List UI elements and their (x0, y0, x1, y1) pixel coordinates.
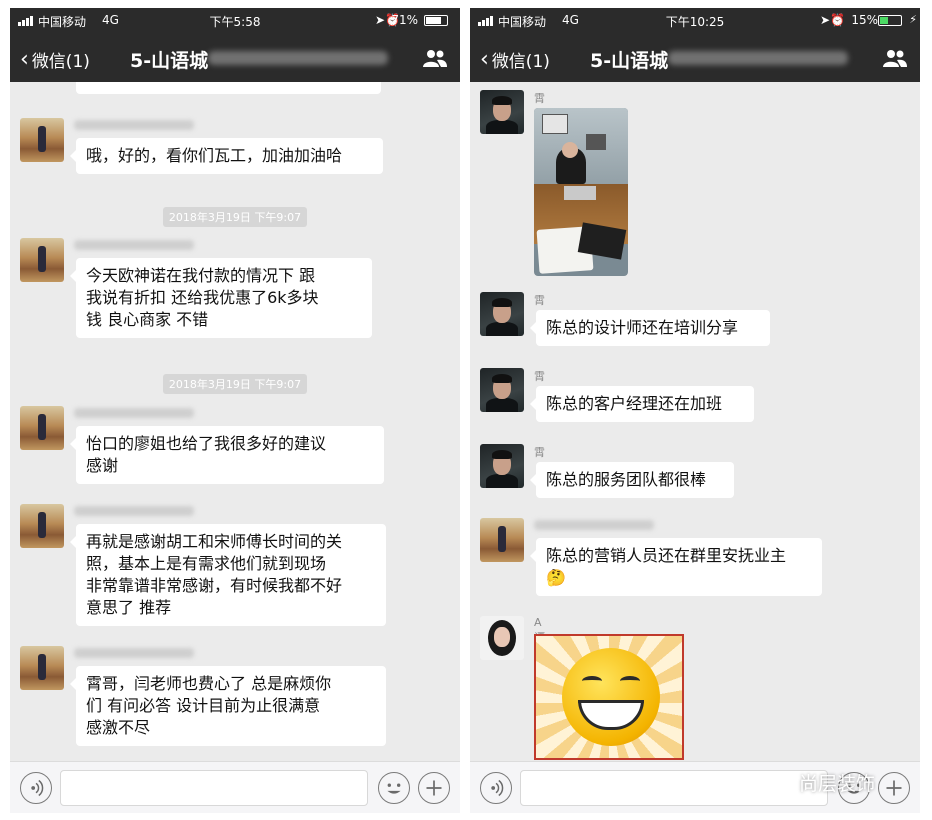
sender-name-blurred (74, 506, 194, 516)
message-bubble[interactable]: 陈总的营销人员还在群里安抚业主 🤔 (530, 538, 822, 596)
sender-name-blurred (74, 408, 194, 418)
voice-input-icon[interactable] (480, 772, 512, 804)
previous-bubble-tail (76, 82, 381, 94)
location-icon: ➤ (819, 13, 830, 27)
location-icon: ➤ (374, 13, 385, 27)
image-message[interactable] (534, 108, 628, 276)
timestamp: 2018年3月19日 下午9:07 (10, 206, 460, 227)
avatar[interactable] (480, 90, 524, 134)
battery-icon (878, 15, 902, 26)
message-bubble[interactable]: 哦，好的，看你们瓦工，加油加油哈 (70, 138, 383, 174)
emoji-icon[interactable] (378, 772, 410, 804)
message-bubble[interactable]: 今天欧神诺在我付款的情况下 跟 我说有折扣 还给我优惠了6k多块 钱 良心商家 … (70, 258, 372, 338)
message-bubble[interactable]: 再就是感谢胡工和宋师傅长时间的关 照，基本上是有需求他们就到现场 非常靠谱非常感… (70, 524, 386, 626)
sender-name-blurred (74, 240, 194, 250)
message-list[interactable]: 哦，好的，看你们瓦工，加油加油哈 2018年3月19日 下午9:07 今天欧神诺… (10, 82, 460, 761)
group-members-icon[interactable] (882, 48, 908, 68)
watermark: 尚层装饰 (763, 762, 913, 802)
sender-name: 霄 (534, 446, 545, 459)
timestamp: 2018年3月19日 下午9:07 (10, 373, 460, 394)
watermark-text: 尚层装饰 (799, 772, 876, 795)
avatar[interactable] (480, 616, 524, 660)
chevron-left-icon: ‹ (20, 46, 29, 72)
back-label: 微信(1) (491, 52, 550, 72)
message-bubble[interactable]: 霄哥，闫老师也费心了 总是麻烦你 们 有问必答 设计目前为止很满意 感激不尽 (70, 666, 386, 746)
message-bubble[interactable]: 陈总的服务团队都很棒 (530, 462, 734, 498)
sender-name-blurred (74, 648, 194, 658)
plus-icon[interactable] (418, 772, 450, 804)
message-bubble[interactable]: 陈总的设计师还在培训分享 (530, 310, 770, 346)
voice-input-icon[interactable] (20, 772, 52, 804)
chat-title: 5-山语城 (130, 50, 209, 72)
back-label: 微信(1) (31, 52, 90, 72)
blurred-title (668, 51, 848, 65)
nav-bar: ‹ 微信(1) 5-山语城 (470, 34, 920, 82)
blurred-title (208, 51, 388, 65)
input-bar (10, 761, 460, 813)
message-bubble[interactable]: 陈总的客户经理还在加班 (530, 386, 754, 422)
message-input[interactable] (60, 770, 368, 806)
avatar[interactable] (480, 444, 524, 488)
back-button[interactable]: ‹ 微信(1) (20, 47, 90, 72)
status-bar: 中国移动 4G 下午10:25 ➤ ⏰ 15% ⚡ (470, 8, 920, 34)
wechat-logo-icon (763, 771, 792, 793)
avatar[interactable] (20, 406, 64, 450)
charging-icon: ⚡ (909, 13, 917, 26)
nav-bar: ‹ 微信(1) 5-山语城 (10, 34, 460, 82)
battery-percent: 71% (391, 13, 418, 27)
status-bar: 中国移动 4G 下午5:58 ➤ ⏰ 71% (10, 8, 460, 34)
group-members-icon[interactable] (422, 48, 448, 68)
chat-screen-left: 中国移动 4G 下午5:58 ➤ ⏰ 71% ‹ 微信(1) 5-山语城 哦，好的… (10, 8, 460, 813)
avatar[interactable] (20, 504, 64, 548)
sender-name: 霄 (534, 370, 545, 383)
alarm-icon: ⏰ (830, 13, 845, 27)
chat-screen-right: 中国移动 4G 下午10:25 ➤ ⏰ 15% ⚡ ‹ 微信(1) 5-山语城 霄 (470, 8, 920, 813)
message-bubble[interactable]: 怡口的廖姐也给了我很多好的建议 感谢 (70, 426, 384, 484)
avatar[interactable] (20, 118, 64, 162)
sender-name: 霄 (534, 294, 545, 307)
sender-name: 霄 (534, 92, 545, 105)
back-button[interactable]: ‹ 微信(1) (480, 47, 550, 72)
battery-percent: 15% (851, 13, 878, 27)
battery-icon (424, 15, 448, 26)
avatar[interactable] (480, 368, 524, 412)
message-list[interactable]: 霄 霄 陈总的设计师还在培训分享 霄 陈总的客户经理还在加班 霄 陈总的服务团队… (470, 82, 920, 761)
avatar[interactable] (20, 646, 64, 690)
sender-name-blurred (534, 520, 654, 530)
sender-name-blurred (74, 120, 194, 130)
chevron-left-icon: ‹ (480, 46, 489, 72)
avatar[interactable] (20, 238, 64, 282)
avatar[interactable] (480, 518, 524, 562)
chat-title: 5-山语城 (590, 50, 669, 72)
avatar[interactable] (480, 292, 524, 336)
smiley-sticker[interactable] (534, 634, 684, 760)
